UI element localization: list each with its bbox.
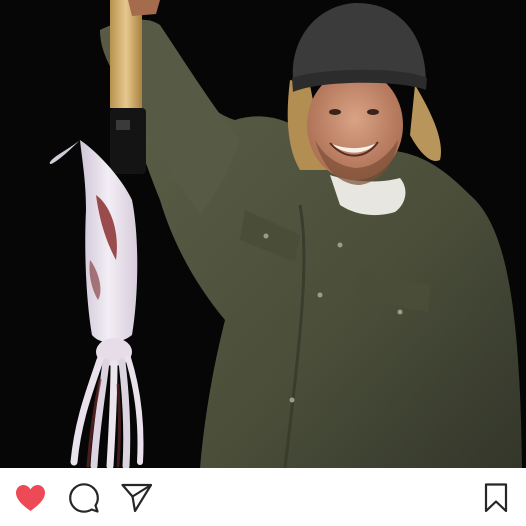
post-card [0,0,526,526]
photo-illustration [0,0,526,468]
post-action-bar [0,468,526,526]
post-photo[interactable] [0,0,526,468]
like-button[interactable] [14,482,46,514]
save-button[interactable] [480,482,512,514]
comment-icon [69,483,99,513]
bookmark-icon [484,483,508,513]
send-icon [121,483,153,513]
share-button[interactable] [121,482,153,514]
comment-button[interactable] [68,482,100,514]
heart-icon [15,485,45,511]
